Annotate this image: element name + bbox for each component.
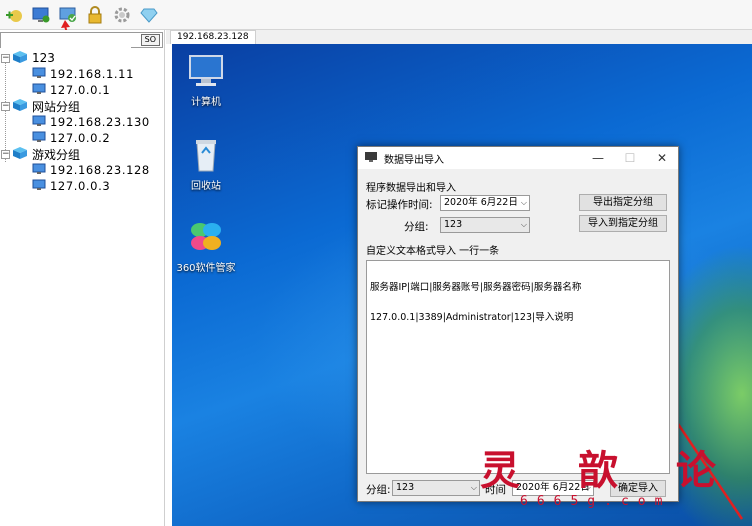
recycle-bin-icon <box>186 136 226 174</box>
monitor-icon <box>32 163 46 178</box>
collapse-icon[interactable]: − <box>1 53 10 63</box>
tree-group-website[interactable]: − 网站分组 <box>0 98 163 114</box>
chevron-down-icon[interactable]: ⌵ <box>521 218 527 232</box>
group-select[interactable]: 123 ⌵ <box>440 217 530 233</box>
date-picker[interactable]: 2020年 6月22日 ⌵ <box>440 195 530 211</box>
watermark-url: 6665g.com <box>520 494 672 509</box>
bottom-group-label: 分组: <box>366 484 391 496</box>
desktop-icon-label: 回收站 <box>191 181 221 192</box>
export-group-button[interactable]: 导出指定分组 <box>579 194 667 211</box>
host-address: 192.168.23.130 <box>50 115 150 129</box>
host-address: 127.0.0.2 <box>50 131 111 145</box>
text-line: 服务器IP|端口|服务器账号|服务器密码|服务器名称 <box>370 282 582 293</box>
desktop-icon-360-manager[interactable]: 360软件管家 <box>174 218 238 274</box>
monitor-icon <box>32 67 46 82</box>
dialog-titlebar[interactable]: 数据导出导入 — ☐ ✕ <box>358 147 678 169</box>
group-cube-icon <box>12 50 28 67</box>
monitor-icon <box>32 115 46 130</box>
monitor-icon <box>32 83 46 98</box>
toolbar <box>0 0 752 30</box>
tree-host-item[interactable]: 127.0.0.2 <box>0 130 163 146</box>
tab-session[interactable]: 192.168.23.128 <box>170 30 256 44</box>
tree-group-game[interactable]: − 游戏分组 <box>0 146 163 162</box>
host-address: 192.168.23.128 <box>50 163 150 177</box>
server-tree-panel: SO − 123 192.168.1.11 127.0.0.1 − 网站分组 1… <box>0 30 165 526</box>
text-line: 127.0.0.1|3389|Administrator|123|导入说明 <box>370 312 574 323</box>
lock-icon[interactable] <box>83 3 107 27</box>
collapse-icon[interactable]: − <box>1 101 10 111</box>
close-icon[interactable]: ✕ <box>646 147 678 169</box>
host-address: 127.0.0.3 <box>50 179 111 193</box>
desktop-icon-computer[interactable]: 计算机 <box>174 52 238 108</box>
tree-host-item[interactable]: 192.168.23.130 <box>0 114 163 130</box>
group-value: 123 <box>444 219 463 230</box>
maximize-icon: ☐ <box>624 151 636 165</box>
section-export-import-label: 程序数据导出和导入 <box>366 183 456 194</box>
group-label: 分组: <box>404 221 429 233</box>
desktop-icon-recycle-bin[interactable]: 回收站 <box>174 136 238 192</box>
group-label: 网站分组 <box>32 99 81 114</box>
diamond-icon[interactable] <box>137 3 161 27</box>
gear-icon[interactable] <box>110 3 134 27</box>
search-input[interactable] <box>1 34 131 48</box>
desktop-icon-label: 360软件管家 <box>176 263 236 274</box>
minimize-icon[interactable]: — <box>582 147 614 169</box>
bottom-group-value: 123 <box>396 482 415 493</box>
tree-group-123[interactable]: − 123 <box>0 50 163 66</box>
tree-host-item[interactable]: 127.0.0.1 <box>0 82 163 98</box>
group-cube-icon <box>12 146 28 163</box>
group-label: 123 <box>32 51 55 65</box>
section-custom-import-label: 自定义文本格式导入 一行一条 <box>366 246 500 257</box>
host-address: 127.0.0.1 <box>50 83 111 97</box>
add-server-icon[interactable] <box>2 3 26 27</box>
collapse-icon[interactable]: − <box>1 149 10 159</box>
date-value: 2020年 6月22日 <box>444 197 518 208</box>
search-bar[interactable]: SO <box>0 32 163 48</box>
dialog-title: 数据导出导入 <box>384 154 444 166</box>
group-cube-icon <box>12 98 28 115</box>
watermark-logo: 灵 歆 论 坛 <box>480 447 752 494</box>
tree-host-item[interactable]: 192.168.23.128 <box>0 162 163 178</box>
monitor-icon <box>32 131 46 146</box>
server-tree: − 123 192.168.1.11 127.0.0.1 − 网站分组 192.… <box>0 50 163 194</box>
app-icon <box>364 151 378 166</box>
monitor-add-icon[interactable] <box>29 3 53 27</box>
session-tabstrip: 192.168.23.128 <box>166 30 752 44</box>
chevron-down-icon[interactable]: ⌵ <box>521 196 527 210</box>
time-label: 标记操作时间: <box>366 199 433 211</box>
host-address: 192.168.1.11 <box>50 67 135 81</box>
chevron-down-icon[interactable]: ⌵ <box>471 481 477 495</box>
group-label: 游戏分组 <box>32 147 81 162</box>
monitor-icon <box>32 179 46 194</box>
desktop-icon-label: 计算机 <box>191 97 221 108</box>
tree-host-item[interactable]: 127.0.0.3 <box>0 178 163 194</box>
bottom-group-select[interactable]: 123 ⌵ <box>392 480 480 496</box>
import-group-button[interactable]: 导入到指定分组 <box>579 215 667 232</box>
360-manager-icon <box>186 218 226 256</box>
tree-host-item[interactable]: 192.168.1.11 <box>0 66 163 82</box>
computer-icon <box>186 52 226 90</box>
search-button[interactable]: SO <box>140 34 160 46</box>
